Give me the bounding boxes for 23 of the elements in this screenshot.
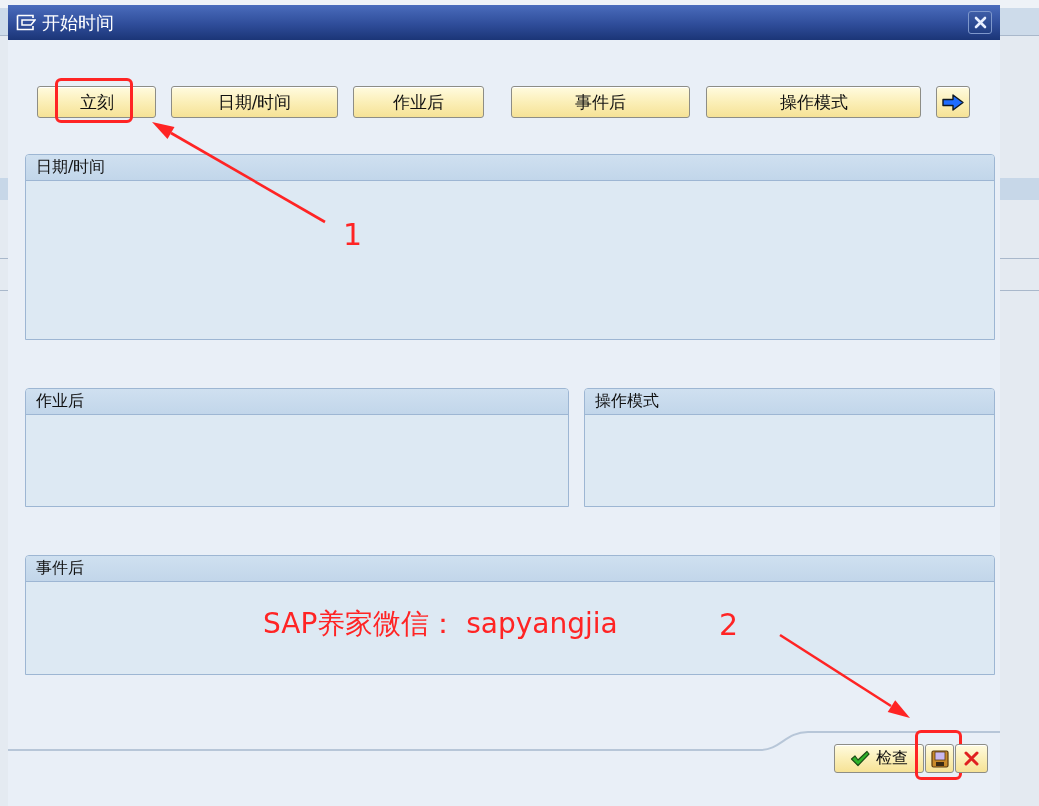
cancel-icon: [964, 751, 979, 766]
toolbar-button[interactable]: 日期/时间: [171, 86, 338, 118]
group-header: 操作模式: [585, 389, 994, 415]
annotation-note: SAP养家微信： sapyangjia: [263, 610, 618, 638]
arrow-right-icon: [942, 93, 964, 111]
toolbar-button[interactable]: 立刻: [37, 86, 156, 118]
save-button[interactable]: [925, 744, 954, 773]
window-title: 开始时间: [42, 11, 114, 34]
window-icon: [16, 14, 36, 31]
cancel-button[interactable]: [955, 744, 988, 773]
group-header: 日期/时间: [26, 155, 994, 181]
callout-number: 2: [719, 610, 739, 640]
check-icon: [850, 750, 870, 767]
close-icon: [973, 16, 987, 29]
group-header: 事件后: [26, 556, 994, 582]
toolbar-button[interactable]: 事件后: [511, 86, 690, 118]
toolbar-button[interactable]: 操作模式: [706, 86, 921, 118]
next-button[interactable]: [936, 86, 970, 118]
group-header: 作业后: [26, 389, 568, 415]
close-button[interactable]: [968, 11, 992, 34]
check-button[interactable]: 检查: [834, 744, 924, 773]
callout-number: 1: [343, 220, 363, 250]
toolbar-button[interactable]: 作业后: [353, 86, 484, 118]
